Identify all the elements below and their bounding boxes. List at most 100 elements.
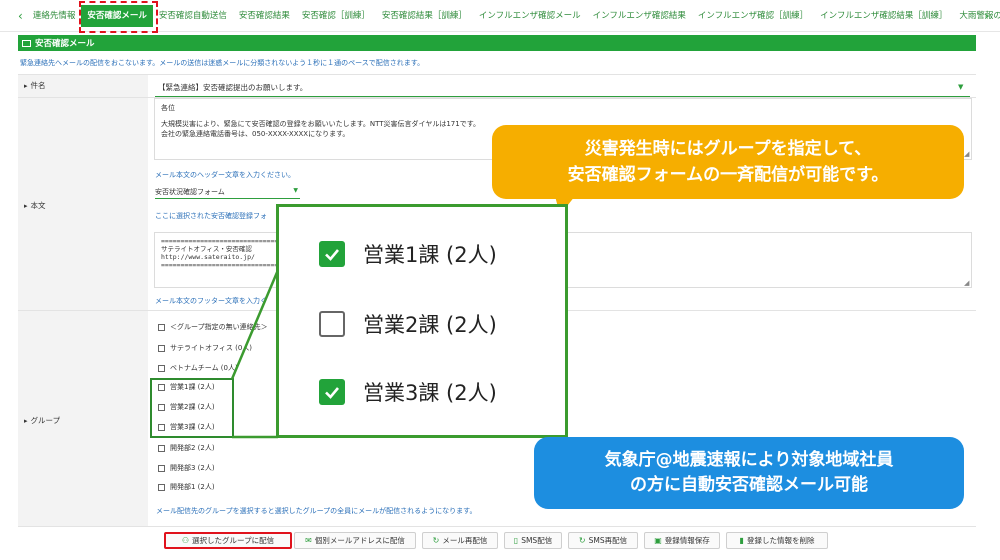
tab-bar: ‹ 連絡先情報 安否確認メール 安否確認自動送信 安否確認結果 安否確認［訓練］… [0, 0, 1000, 32]
group-item[interactable]: 開発部1 (2人) [158, 482, 215, 492]
zoom-group-label: 営業3課 (2人) [363, 381, 497, 405]
group-item-label: ベトナムチーム (0人) [170, 364, 238, 372]
group-label-cell: ▸ グループ [18, 311, 148, 526]
zoomed-group-panel: 営業1課 (2人) 営業2課 (2人) 営業3課 (2人) [276, 204, 568, 438]
group-item-label: 開発部2 (2人) [170, 444, 215, 452]
save-icon: ▣ [654, 536, 662, 545]
checkbox[interactable] [158, 383, 165, 391]
form-hint: ここに選択された安否確認登録フォ [155, 212, 267, 220]
subject-underline [155, 96, 970, 97]
tab-results[interactable]: 安否確認結果 [233, 0, 296, 32]
section-title: 安否確認メール [35, 39, 95, 49]
phone-icon: ▯ [513, 536, 519, 545]
checkbox[interactable] [158, 364, 165, 372]
form-select-value: 安否状況確認フォーム [155, 188, 225, 196]
subject-label: 件名 [30, 81, 46, 90]
sms-send-label: SMS配信 [521, 536, 553, 545]
checkbox[interactable] [158, 423, 165, 431]
chevron-left-icon[interactable]: ‹ [18, 9, 23, 23]
group-item-label: 営業2課 (2人) [170, 403, 215, 411]
group-item[interactable]: ＜グループ指定の無い連絡先＞ [158, 322, 268, 332]
body-label: 本文 [30, 201, 46, 210]
caret-right-icon: ▸ [24, 202, 28, 210]
group-item-label: 開発部1 (2人) [170, 483, 215, 491]
orange-callout: 災害発生時にはグループを指定して、 安否確認フォームの一斉配信が可能です。 [492, 125, 964, 199]
resize-handle-icon[interactable]: ◢ [964, 150, 969, 158]
dropdown-arrow-icon[interactable]: ▼ [958, 83, 963, 91]
caret-right-icon: ▸ [24, 82, 28, 90]
callout-line: 気象庁@地震速報により対象地域社員 [604, 450, 894, 470]
tab-safety-mail[interactable]: 安否確認メール [81, 4, 153, 27]
tab-auto-send[interactable]: 安否確認自動送信 [153, 0, 233, 32]
refresh-icon: ↻ [578, 536, 586, 545]
zoom-group-item: 営業3課 (2人) [319, 377, 497, 407]
group-item-label: 営業3課 (2人) [170, 423, 215, 431]
checkbox[interactable] [158, 444, 165, 452]
resize-handle-icon[interactable]: ◢ [964, 279, 969, 287]
checkbox[interactable] [158, 344, 165, 352]
checked-icon [319, 379, 345, 405]
group-item-label: ＜グループ指定の無い連絡先＞ [170, 323, 268, 331]
tab-flu-mail[interactable]: インフルエンザ確認メール [473, 0, 587, 32]
send-individual-button[interactable]: ✉ 個別メールアドレスに配信 [294, 532, 416, 549]
group-item[interactable]: 開発部3 (2人) [158, 463, 215, 473]
form-select[interactable]: 安否状況確認フォーム ▼ [155, 187, 300, 199]
callout-line: の方に自動安否確認メール可能 [630, 475, 868, 495]
group-item[interactable]: 開発部2 (2人) [158, 443, 215, 453]
group-icon: ⚇ [181, 536, 190, 545]
group-item[interactable]: 営業2課 (2人) [158, 402, 215, 412]
tab-drill[interactable]: 安否確認［訓練］ [296, 0, 376, 32]
sms-send-button[interactable]: ▯ SMS配信 [504, 532, 562, 549]
resend-mail-button[interactable]: ↻ メール再配信 [422, 532, 498, 549]
header-hint: メール本文のヘッダー文章を入力ください。 [155, 171, 295, 179]
callout-line: 安否確認フォームの一斉配信が可能です。 [567, 165, 889, 185]
group-item[interactable]: 営業1課 (2人) [158, 382, 215, 392]
checkbox[interactable] [158, 483, 165, 491]
checked-icon [319, 241, 345, 267]
send-group-button[interactable]: ⚇ 選択したグループに配信 [164, 532, 292, 549]
body-label-cell: ▸ 本文 [18, 98, 148, 310]
checkbox[interactable] [158, 464, 165, 472]
group-item-label: 営業1課 (2人) [170, 383, 215, 391]
mail-send-icon: ✉ [305, 536, 312, 545]
section-header: 安否確認メール [18, 35, 976, 51]
notice-text: 緊急連絡先へメールの配信をおこないます。メールの送信は迷惑メールに分類されないよ… [20, 59, 425, 67]
checkbox[interactable] [158, 323, 165, 331]
tab-drill-results[interactable]: 安否確認結果［訓練］ [376, 0, 473, 32]
row-divider [18, 526, 976, 527]
caret-right-icon: ▸ [24, 417, 28, 425]
send-individual-label: 個別メールアドレスに配信 [314, 536, 405, 545]
group-label: グループ [30, 416, 61, 425]
save-button[interactable]: ▣ 登録情報保存 [644, 532, 720, 549]
send-group-label: 選択したグループに配信 [192, 536, 275, 545]
zoom-group-item: 営業2課 (2人) [319, 309, 497, 339]
sms-resend-button[interactable]: ↻ SMS再配信 [568, 532, 638, 549]
mail-icon [22, 39, 31, 47]
zoom-group-item: 営業1課 (2人) [319, 239, 497, 269]
subject-input[interactable]: 【緊急連絡】安否確認提出のお願いします。 [158, 82, 307, 93]
group-item[interactable]: サテライトオフィス (0人) [158, 343, 252, 353]
dropdown-arrow-icon: ▼ [293, 187, 298, 194]
tab-heavy-rain[interactable]: 大雨警報の自動送 [953, 0, 1000, 32]
callout-line: 災害発生時にはグループを指定して、 [584, 139, 872, 159]
tab-flu-results[interactable]: インフルエンザ確認結果 [587, 0, 692, 32]
group-item[interactable]: 営業3課 (2人) [158, 422, 215, 432]
sms-resend-label: SMS再配信 [588, 536, 628, 545]
tab-contacts[interactable]: 連絡先情報 [27, 0, 82, 32]
unchecked-icon [319, 311, 345, 337]
delete-label: 登録した情報を削除 [746, 536, 815, 545]
delete-button[interactable]: ▮ 登録した情報を削除 [726, 532, 828, 549]
chevron-right-icon[interactable]: › [984, 9, 989, 23]
row-divider [18, 74, 976, 75]
footer-hint: メール本文のフッター文章を入力く [155, 297, 267, 305]
zoom-group-label: 営業2課 (2人) [363, 313, 497, 337]
trash-icon: ▮ [739, 536, 744, 545]
group-item[interactable]: ベトナムチーム (0人) [158, 363, 238, 373]
checkbox[interactable] [158, 403, 165, 411]
tab-flu-drill-results[interactable]: インフルエンザ確認結果［訓練］ [814, 0, 953, 32]
group-item-label: サテライトオフィス (0人) [170, 344, 253, 352]
save-label: 登録情報保存 [664, 536, 710, 545]
subject-label-cell: ▸ 件名 [18, 75, 148, 97]
tab-flu-drill[interactable]: インフルエンザ確認［訓練］ [692, 0, 814, 32]
body-line: 各位 [161, 104, 175, 112]
